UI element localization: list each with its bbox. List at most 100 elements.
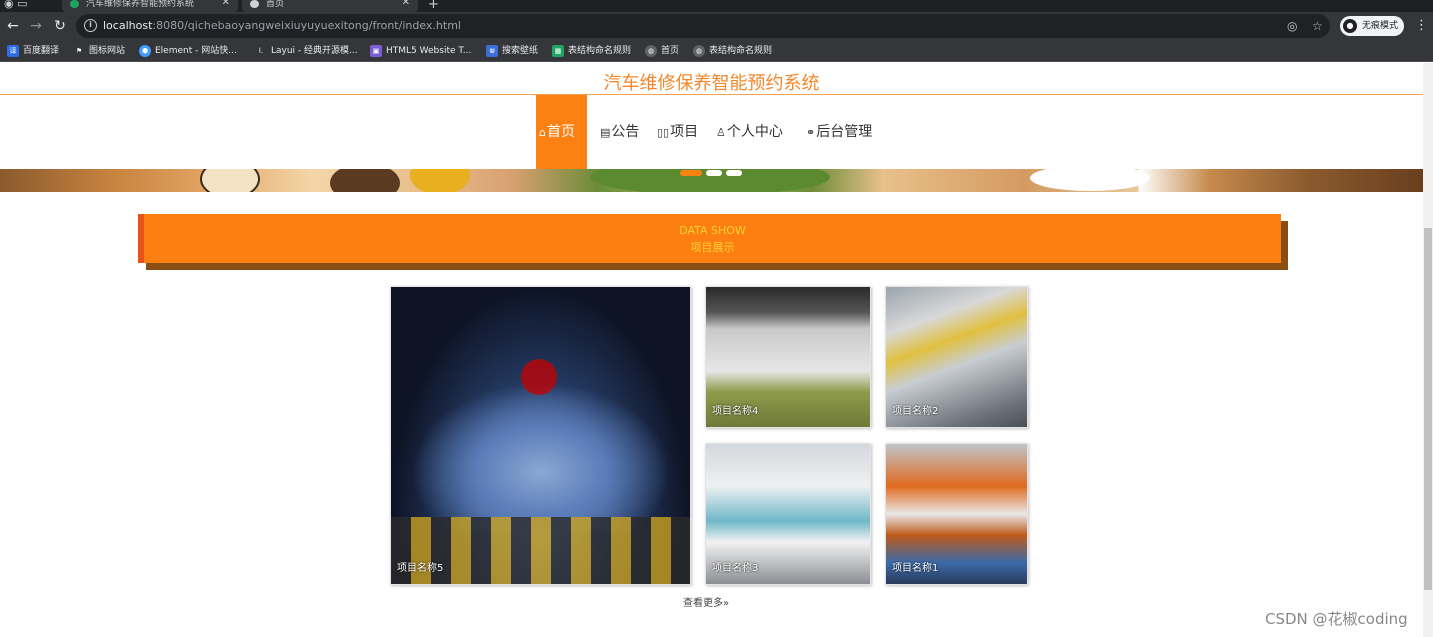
url-path: :8080/qichebaoyangweixiuyuyuexitong/fron… [152,19,461,32]
link-icon: ⚭ [806,126,816,139]
scrollbar-thumb[interactable] [1424,228,1432,590]
nav-item-notice[interactable]: ▤公告 [600,95,639,169]
bookmark-label: 表结构命名规则 [709,46,773,56]
bookmark-item[interactable]: ▣ HTML5 Website T... [370,44,471,58]
browser-tab-strip: ◉ ▭ 汽车维修保养智能预约系统 ✕ 首页 ✕ + [0,0,1433,12]
section-header: DATA SHOW 项目展示 [138,214,1281,263]
wallpaper-icon: ⋓ [486,45,498,57]
bookmark-item[interactable]: ⬢ Element - 网站快... [139,44,237,58]
nav-item-admin[interactable]: ⚭后台管理 [806,95,872,169]
carousel-dot[interactable] [726,170,742,176]
project-card[interactable]: 项目名称4 [705,286,871,428]
url-text[interactable]: localhost:8080/qichebaoyangweixiuyuyuexi… [103,19,461,32]
project-card[interactable]: 项目名称2 [885,286,1028,428]
bookmark-label: 图标网站 [89,46,126,56]
globe-icon: ◍ [693,45,705,57]
bookmark-item[interactable]: ◍ 首页 [645,44,679,58]
bookmarks-bar: 译百度翻译 ⚑ 图标网站 ⬢ Element - 网站快... l. Layui - … [0,40,1433,62]
star-icon[interactable]: ☆ [1312,19,1323,33]
project-name: 项目名称5 [397,563,444,574]
html5-icon: ▣ [370,45,382,57]
bookmark-item[interactable]: ⚑ 图标网站 [73,44,125,58]
tab-system[interactable]: 汽车维修保养智能预约系统 ✕ [62,0,238,12]
banner-art [200,169,260,192]
cursor-highlight [521,359,557,395]
nav-item-personal-center[interactable]: ♙个人中心 [716,95,783,169]
project-card[interactable]: 项目名称5 [390,286,691,585]
home-icon: ⌂ [539,126,546,139]
nav-label: 个人中心 [726,124,783,140]
close-tab-icon[interactable]: ✕ [402,0,410,8]
project-card[interactable]: 项目名称3 [705,443,871,585]
bookmark-label: HTML5 Website T... [386,46,472,56]
incognito-badge[interactable]: ● 无痕模式 [1340,16,1405,36]
bookmark-label: 首页 [661,46,680,56]
bookmark-item[interactable]: 译百度翻译 [7,44,59,58]
site-title: 汽车维修保养智能预约系统 [603,73,820,94]
section-title-en: DATA SHOW [679,224,746,237]
double-chevron-right-icon: » [723,598,730,609]
address-bar[interactable]: i localhost:8080/qichebaoyangweixiuyuyue… [76,14,1330,38]
project-icon: ▯▯ [657,126,670,139]
bookmark-item[interactable]: ▦ 表结构命名规则 [552,44,631,58]
eye-off-icon[interactable]: ◎ [1287,19,1297,33]
section-title-cn: 项目展示 [690,241,735,254]
bookmark-label: 百度翻译 [23,46,60,56]
project-name: 项目名称1 [892,563,939,574]
banner-art [330,169,400,192]
flag-icon: ⚑ [75,47,83,55]
tab-home[interactable]: 首页 ✕ [242,0,418,12]
web-page: 汽车维修保养智能预约系统 ⌂首页 ▤公告 ▯▯项目 ♙个人中心 ⚭后台管理 DA… [0,63,1433,637]
page-scrollbar[interactable] [1423,63,1433,637]
close-tab-icon[interactable]: ✕ [222,0,230,8]
project-card[interactable]: 项目名称1 [885,443,1028,585]
bookmark-label: 表结构命名规则 [568,46,632,56]
back-icon[interactable]: ← [5,18,21,34]
view-more-label: 查看更多 [683,598,723,609]
nav-label: 项目 [670,124,699,140]
reload-icon[interactable]: ↻ [52,18,68,34]
notice-icon: ▤ [600,126,611,139]
element-hex-icon: ⬢ [139,45,151,57]
nav-item-home[interactable]: ⌂首页 [536,95,587,169]
bookmark-label: Element - 网站快... [155,46,237,56]
bookmark-label: 搜索壁纸 [502,46,539,56]
url-host: localhost [103,19,153,32]
carousel-dot[interactable] [706,170,722,176]
project-name: 项目名称3 [712,563,759,574]
tab-favicon-icon [250,0,259,8]
browser-toolbar: ← → ↻ i localhost:8080/qichebaoyangweixi… [0,12,1433,40]
bookmark-label: Layui - 经典开源模... [271,46,358,56]
nav-label: 公告 [611,124,640,140]
carousel-dot[interactable] [680,170,702,176]
baidu-translate-icon: 译 [7,45,19,57]
window-menu-icon[interactable]: ◉ ▭ [4,0,28,10]
tab-favicon-icon [70,0,79,8]
csdn-watermark: CSDN @花椒coding [1265,610,1408,628]
project-name: 项目名称4 [712,406,759,417]
new-tab-icon[interactable]: + [428,0,439,12]
layui-icon: l. [258,47,264,55]
tab-title: 汽车维修保养智能预约系统 [86,0,195,9]
browser-menu-icon[interactable]: ⋮ [1415,18,1428,33]
banner-art [1030,169,1150,191]
incognito-icon: ● [1343,19,1357,33]
forward-icon[interactable]: → [28,18,44,34]
incognito-label: 无痕模式 [1362,21,1399,31]
project-image [391,287,690,584]
globe-icon: ◍ [645,45,657,57]
project-name: 项目名称2 [892,406,939,417]
site-info-icon[interactable]: i [84,19,97,32]
sheet-icon: ▦ [552,45,564,57]
nav-label: 后台管理 [816,124,873,140]
main-nav: ⌂首页 ▤公告 ▯▯项目 ♙个人中心 ⚭后台管理 [0,95,1423,169]
bookmark-item[interactable]: ⋓ 搜索壁纸 [486,44,538,58]
bookmark-item[interactable]: l. Layui - 经典开源模... [255,44,358,58]
user-icon: ♙ [716,126,726,139]
nav-label: 首页 [546,124,575,140]
banner-art [410,169,470,192]
nav-item-project[interactable]: ▯▯项目 [657,95,698,169]
tab-title: 首页 [266,0,285,9]
view-more-link[interactable]: 查看更多» [683,594,729,609]
bookmark-item[interactable]: ◍ 表结构命名规则 [693,44,772,58]
